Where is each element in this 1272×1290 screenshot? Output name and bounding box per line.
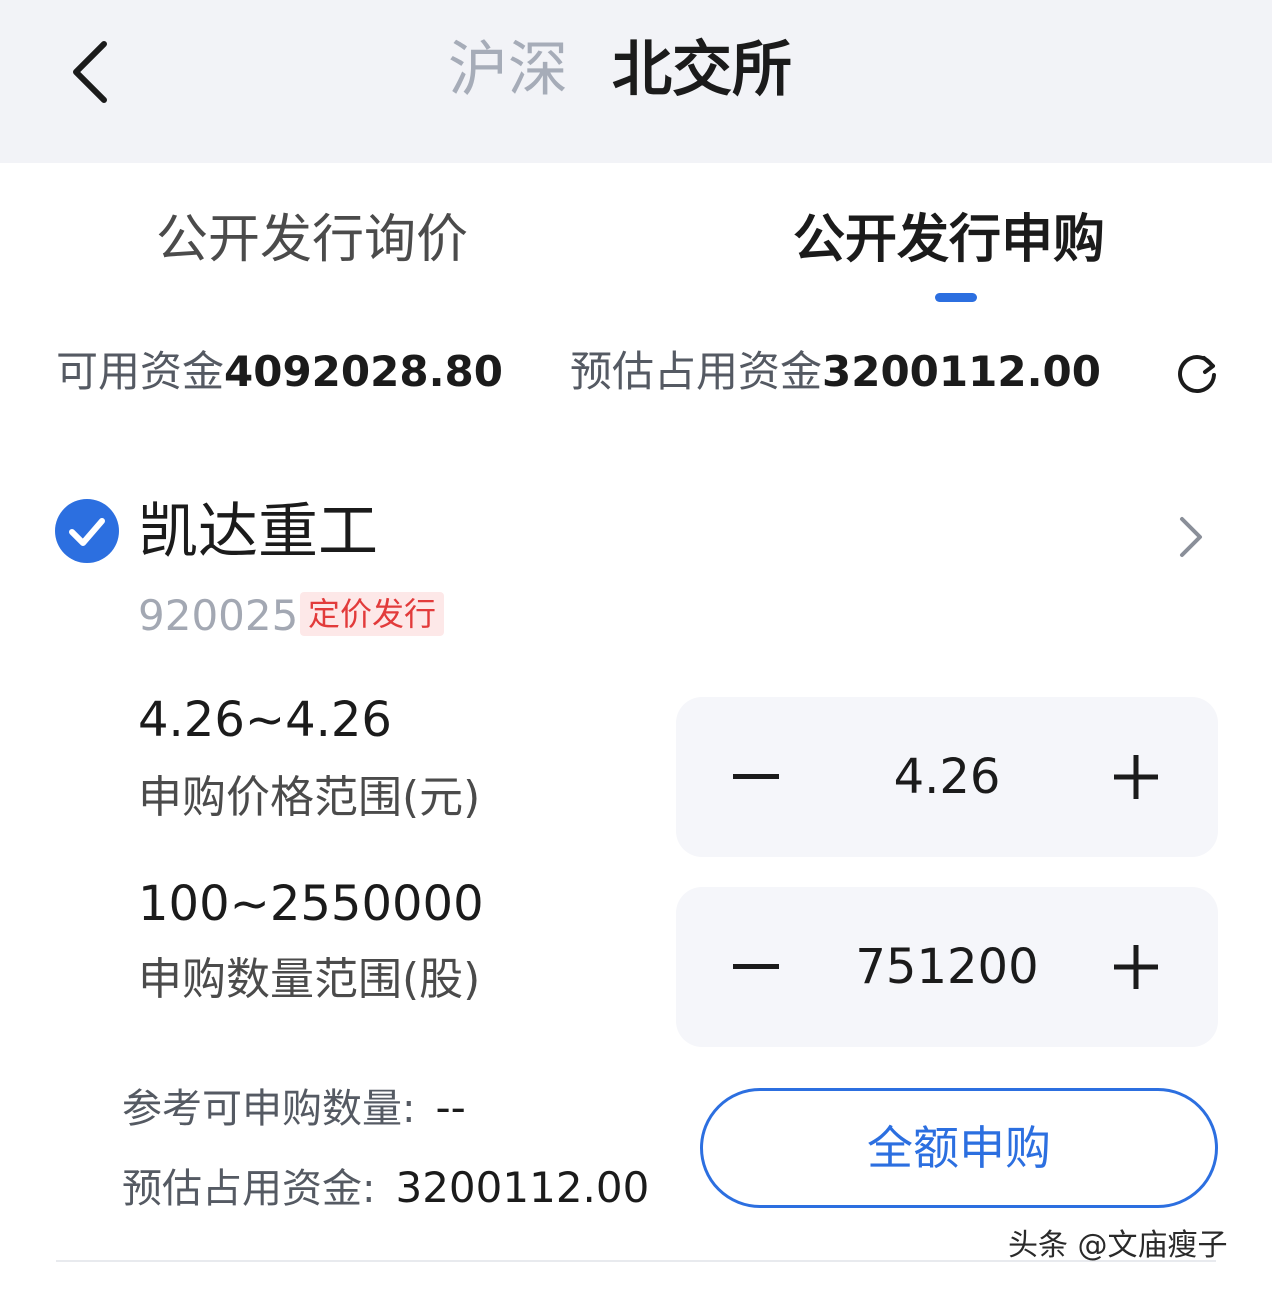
est-funds-label: 预估占用资金: [122,1166,376,1212]
watermark: 头条 @文庙瘦子 [1008,1228,1228,1263]
chevron-right-icon [1180,517,1202,557]
plus-icon [1114,755,1158,799]
stock-code: 920025 [138,591,299,640]
ref-qty-label: 参考可申购数量: [122,1086,416,1132]
qty-range-label: 申购数量范围(股) [138,954,481,1005]
qty-decrease-button[interactable] [716,927,796,1007]
minus-icon [733,964,779,969]
available-funds-label: 可用资金 [56,347,225,396]
est-funds-value: 3200112.00 [395,1163,650,1212]
price-range-label: 申购价格范围(元) [138,772,481,823]
ref-qty-value: -- [435,1083,466,1132]
estimated-funds-value: 3200112.00 [822,347,1101,396]
tab-public-inquiry[interactable]: 公开发行询价 [156,200,468,280]
back-icon [73,41,107,103]
tab-hushen[interactable]: 沪深 [448,30,568,110]
qty-input[interactable] [806,927,1088,1007]
check-circle-icon[interactable] [54,498,120,564]
estimated-funds: 预估占用资金3200112.00 [570,340,1101,404]
qty-range-value: 100~2550000 [138,876,484,932]
price-stepper [676,697,1218,857]
qty-stepper [676,887,1218,1047]
price-decrease-button[interactable] [716,737,796,817]
ref-qty-line: 参考可申购数量: -- [122,1080,466,1137]
plus-icon [1114,945,1158,989]
refresh-icon [1178,355,1216,394]
price-input[interactable] [806,737,1088,817]
stock-name: 凯达重工 [138,497,378,567]
est-funds-line: 预估占用资金: 3200112.00 [122,1160,649,1217]
back-button[interactable] [55,32,125,112]
header-bar: 沪深 北交所 [0,0,1272,163]
price-range-value: 4.26~4.26 [138,692,392,748]
minus-icon [733,774,779,779]
estimated-funds-label: 预估占用资金 [570,347,823,396]
available-funds-value: 4092028.80 [224,347,503,396]
active-tab-indicator [935,293,977,302]
qty-increase-button[interactable] [1096,927,1176,1007]
issue-type-badge: 定价发行 [300,592,445,636]
price-increase-button[interactable] [1096,737,1176,817]
tab-beijiaosuo[interactable]: 北交所 [612,30,792,110]
tab-public-subscription[interactable]: 公开发行申购 [793,200,1105,280]
full-subscribe-button[interactable]: 全额申购 [700,1088,1218,1208]
stock-detail-button[interactable] [1166,512,1216,562]
available-funds: 可用资金4092028.80 [56,340,503,404]
refresh-button[interactable] [1172,348,1222,398]
